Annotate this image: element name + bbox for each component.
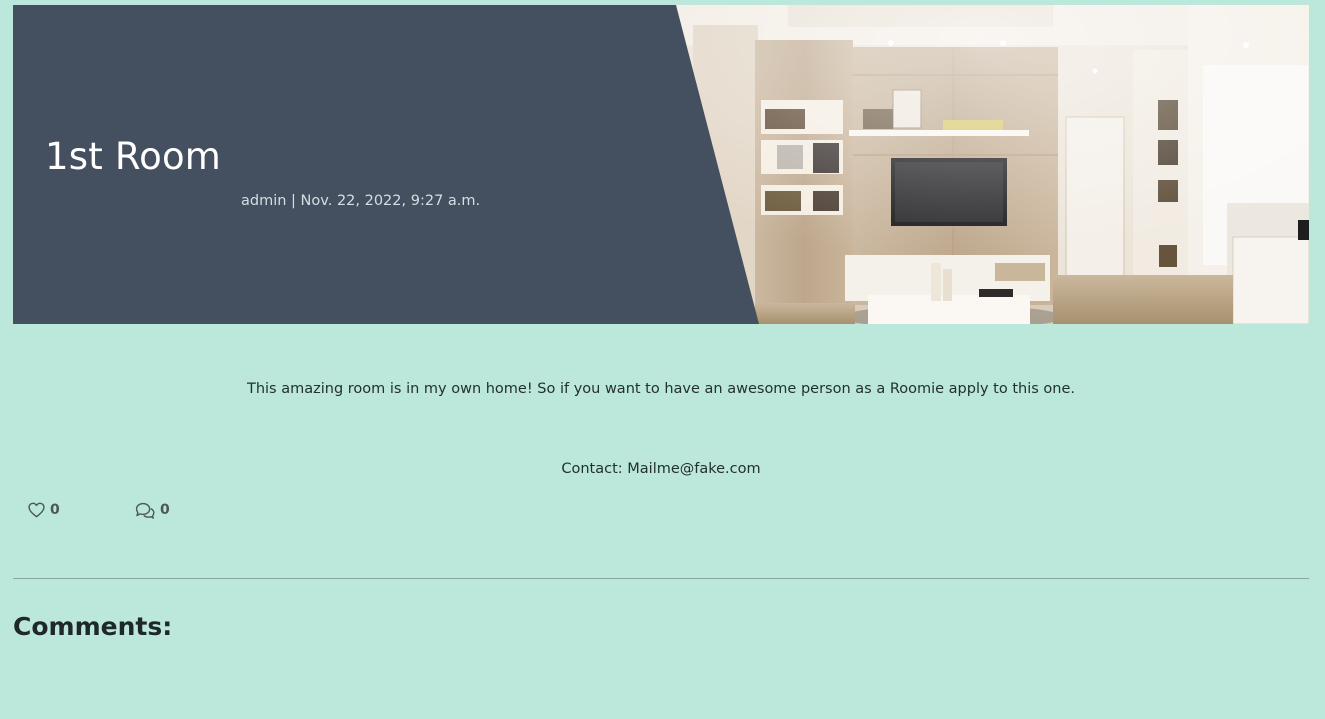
- comment-count-button[interactable]: 0: [135, 500, 170, 520]
- contact-label: Contact:: [561, 461, 623, 477]
- comments-heading: Comments:: [13, 612, 173, 641]
- post-meta: admin | Nov. 22, 2022, 9:27 a.m.: [241, 193, 480, 209]
- heart-outline-icon: [28, 502, 45, 518]
- comment-count: 0: [160, 502, 170, 518]
- chat-bubbles-icon: [135, 502, 155, 519]
- post-author[interactable]: admin: [241, 193, 286, 209]
- like-count: 0: [50, 502, 60, 518]
- post-date: Nov. 22, 2022, 9:27 a.m.: [300, 193, 481, 209]
- post-description: This amazing room is in my own home! So …: [246, 381, 1076, 397]
- like-button[interactable]: 0: [28, 500, 60, 520]
- section-divider: [13, 578, 1309, 579]
- post-title: 1st Room: [45, 135, 222, 178]
- post-hero: 1st Room admin | Nov. 22, 2022, 9:27 a.m…: [13, 5, 1309, 324]
- contact-email: Mailme@fake.com: [627, 461, 761, 477]
- post-contact: Contact: Mailme@fake.com: [0, 461, 1322, 477]
- meta-separator: |: [291, 193, 301, 209]
